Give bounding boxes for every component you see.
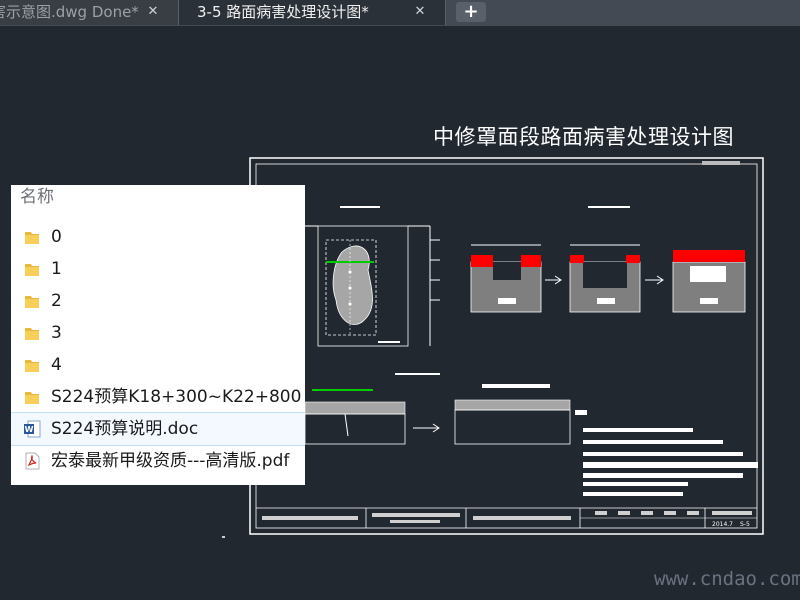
folder-item[interactable]: 3 xyxy=(11,317,305,349)
drawing-number: S-5 xyxy=(740,521,750,528)
folder-item[interactable]: 1 xyxy=(11,253,305,285)
item-name: S224预算K18+300~K22+800 xyxy=(51,387,302,407)
folder-item[interactable]: 0 xyxy=(11,221,305,253)
column-header-name[interactable]: 名称 xyxy=(20,185,54,207)
site-watermark: www.cndao.com xyxy=(654,568,800,590)
pdf-icon xyxy=(25,452,40,470)
svg-text:W: W xyxy=(25,425,34,434)
item-name: 4 xyxy=(51,355,62,375)
folder-icon xyxy=(25,360,39,372)
item-name: 3 xyxy=(51,323,62,343)
cursor-marker xyxy=(222,536,225,538)
title-block xyxy=(256,507,757,528)
folder-item[interactable]: 4 xyxy=(11,349,305,381)
folder-icon xyxy=(25,232,39,244)
item-name: 0 xyxy=(51,227,62,247)
folder-icon xyxy=(25,392,39,404)
item-name: 2 xyxy=(51,291,62,311)
folder-icon xyxy=(25,264,39,276)
sheet-corner-mark xyxy=(702,161,740,165)
plan-view xyxy=(305,206,440,347)
file-explorer-panel[interactable]: 名称 0 1 2 3 4 S224预算K18+300~K22+800 W S22… xyxy=(11,185,305,485)
crack-section xyxy=(304,373,587,445)
file-item[interactable]: 宏泰最新甲级资质---高清版.pdf xyxy=(11,445,305,477)
folder-icon xyxy=(25,328,39,340)
folder-item[interactable]: S224预算K18+300~K22+800 xyxy=(11,381,305,413)
revision-date: 2014.7 xyxy=(712,521,733,528)
folder-item[interactable]: 2 xyxy=(11,285,305,317)
item-name: 1 xyxy=(51,259,62,279)
file-list: 0 1 2 3 4 S224预算K18+300~K22+800 W S224预算… xyxy=(11,221,305,477)
item-name: S224预算说明.doc xyxy=(51,419,199,439)
repair-section-sequence xyxy=(470,206,746,313)
word-doc-icon: W xyxy=(24,420,41,438)
item-name: 宏泰最新甲级资质---高清版.pdf xyxy=(51,451,290,471)
folder-icon xyxy=(25,296,39,308)
design-notes xyxy=(583,428,758,496)
file-item[interactable]: W S224预算说明.doc xyxy=(11,412,305,446)
